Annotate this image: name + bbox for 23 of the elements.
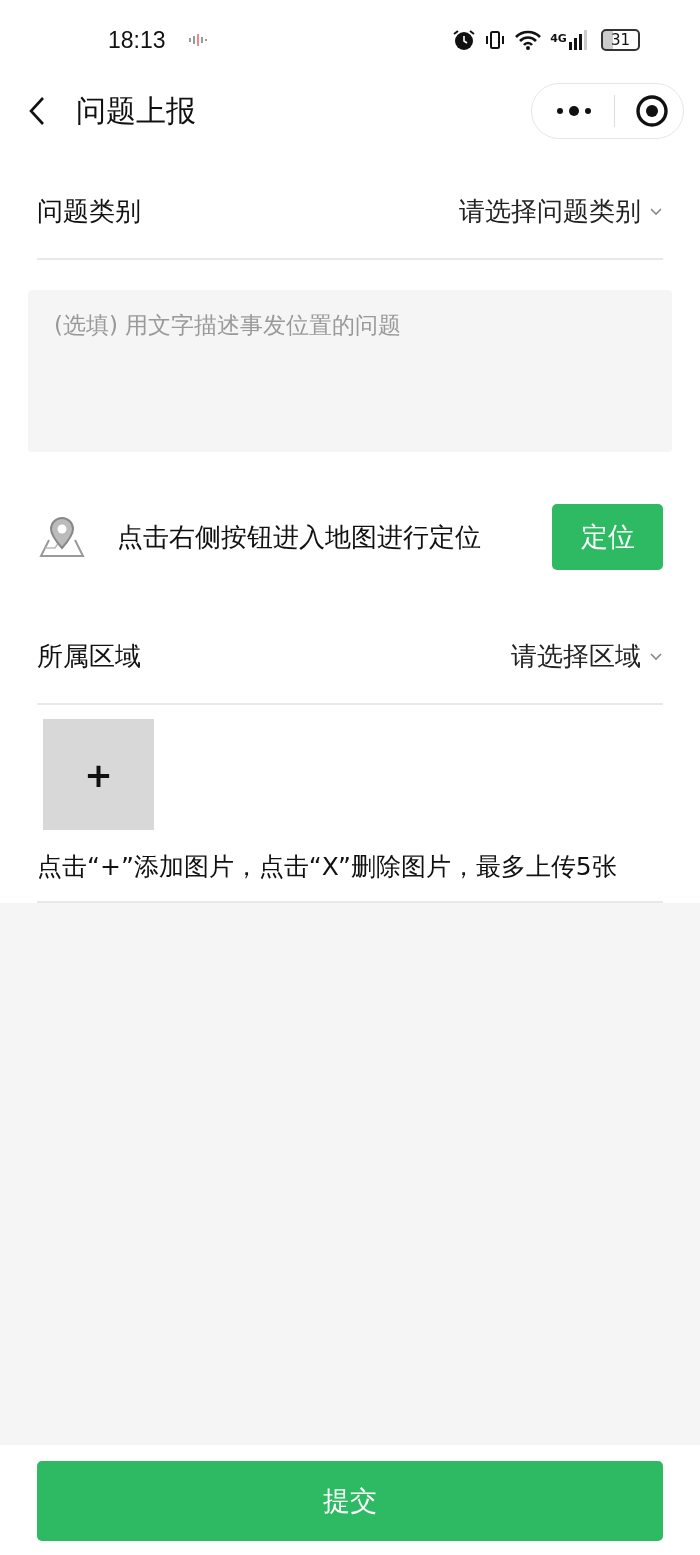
- signal-icon: [568, 30, 587, 50]
- upload-hint: 点击“+”添加图片，点击“X”删除图片，最多上传5张: [37, 851, 618, 883]
- page-title: 问题上报: [76, 91, 196, 130]
- chevron-icon: [649, 206, 663, 217]
- audio-wave-icon: [187, 34, 210, 46]
- region-picker[interactable]: 请选择区域: [511, 639, 663, 674]
- more-icon[interactable]: [554, 105, 594, 117]
- back-icon[interactable]: [28, 96, 46, 126]
- map-pin-icon: [37, 514, 87, 560]
- alarm-icon: [452, 28, 477, 52]
- region-label: 所属区域: [37, 640, 141, 673]
- category-label: 问题类别: [37, 195, 141, 228]
- status-time: 18:13: [108, 26, 166, 54]
- description-field[interactable]: (选填) 用文字描述事发位置的问题: [28, 290, 672, 452]
- wifi-icon: [514, 29, 543, 51]
- chevron-icon: [649, 651, 663, 662]
- battery-indicator: 31: [600, 29, 640, 51]
- close-icon[interactable]: [635, 94, 669, 128]
- network-type: 4G: [550, 32, 567, 45]
- location-hint: 点击右侧按钮进入地图进行定位: [117, 520, 481, 554]
- category-picker[interactable]: 请选择问题类别: [459, 194, 663, 229]
- add-image-button[interactable]: +: [43, 719, 154, 830]
- vibrate-icon: [484, 29, 507, 51]
